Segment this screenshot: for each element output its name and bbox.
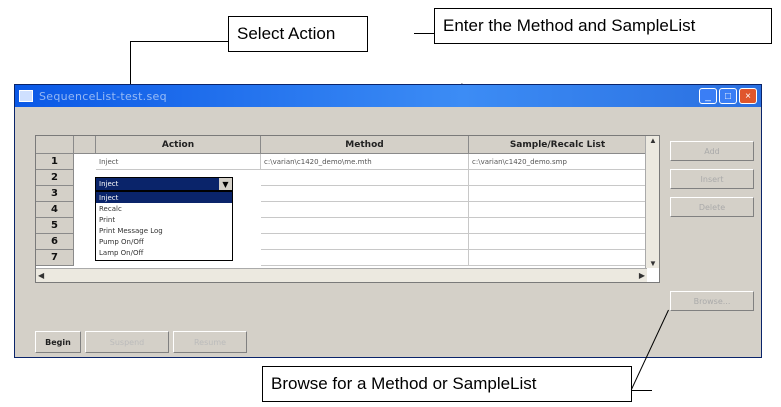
- callout-enter-method: Enter the Method and SampleList: [434, 8, 772, 44]
- row-number[interactable]: 2: [36, 170, 74, 186]
- column-header-method[interactable]: Method: [261, 136, 469, 154]
- insert-button[interactable]: Insert: [670, 169, 754, 189]
- vertical-scrollbar[interactable]: ▲ ▼: [645, 136, 659, 268]
- method-cell[interactable]: [261, 250, 469, 266]
- window-title: SequenceList-test.seq: [39, 89, 167, 103]
- dropdown-option[interactable]: Print: [96, 214, 232, 225]
- row-number[interactable]: 5: [36, 218, 74, 234]
- minimize-button[interactable]: _: [699, 88, 717, 104]
- row-number[interactable]: 6: [36, 234, 74, 250]
- action-dropdown-value: Inject: [99, 180, 119, 188]
- scroll-down-icon[interactable]: ▼: [649, 259, 657, 268]
- corner-header: [36, 136, 74, 154]
- method-cell[interactable]: [261, 170, 469, 186]
- begin-button[interactable]: Begin: [35, 331, 81, 353]
- action-dropdown[interactable]: Inject ▼: [95, 177, 233, 191]
- window-titlebar: SequenceList-test.seq: [15, 85, 761, 107]
- dropdown-option[interactable]: Pump On/Off: [96, 236, 232, 247]
- app-icon: [19, 90, 33, 102]
- close-button[interactable]: ×: [739, 88, 757, 104]
- row-number[interactable]: 7: [36, 250, 74, 266]
- maximize-button[interactable]: □: [719, 88, 737, 104]
- leader-line: [130, 41, 228, 42]
- row-number[interactable]: 1: [36, 154, 74, 170]
- row-number[interactable]: 3: [36, 186, 74, 202]
- browse-button[interactable]: Browse...: [670, 291, 754, 311]
- method-cell[interactable]: [261, 234, 469, 250]
- suspend-button[interactable]: Suspend: [85, 331, 169, 353]
- method-cell[interactable]: [261, 202, 469, 218]
- horizontal-scrollbar[interactable]: ◀ ▶: [36, 268, 647, 282]
- sample-cell[interactable]: [469, 218, 647, 234]
- dropdown-option[interactable]: Lamp On/Off: [96, 247, 232, 258]
- column-header-sample[interactable]: Sample/Recalc List: [469, 136, 647, 154]
- sample-cell[interactable]: [469, 234, 647, 250]
- leader-line: [414, 33, 434, 34]
- column-header-action[interactable]: Action: [96, 136, 261, 154]
- scroll-right-icon[interactable]: ▶: [639, 271, 645, 280]
- scroll-up-icon[interactable]: ▲: [649, 136, 657, 145]
- callout-select-action: Select Action: [228, 16, 368, 52]
- action-dropdown-list[interactable]: Inject Recalc Print Print Message Log Pu…: [95, 191, 233, 261]
- resume-button[interactable]: Resume: [173, 331, 247, 353]
- callout-browse: Browse for a Method or SampleList: [262, 366, 632, 402]
- sample-cell[interactable]: c:\varian\c1420_demo.smp: [469, 154, 647, 170]
- row-number[interactable]: 4: [36, 202, 74, 218]
- dropdown-option[interactable]: Print Message Log: [96, 225, 232, 236]
- dropdown-option[interactable]: Inject: [96, 192, 232, 203]
- sample-cell[interactable]: [469, 170, 647, 186]
- sample-cell[interactable]: [469, 202, 647, 218]
- action-cell[interactable]: Inject: [96, 154, 261, 170]
- leader-line: [632, 390, 652, 391]
- sample-cell[interactable]: [469, 250, 647, 266]
- chevron-down-icon[interactable]: ▼: [219, 178, 232, 190]
- scroll-left-icon[interactable]: ◀: [38, 271, 44, 280]
- delete-button[interactable]: Delete: [670, 197, 754, 217]
- sample-cell[interactable]: [469, 186, 647, 202]
- sequence-window: SequenceList-test.seq _ □ × Action Metho…: [14, 84, 762, 358]
- add-button[interactable]: Add: [670, 141, 754, 161]
- blank-header: [74, 136, 96, 154]
- dropdown-option[interactable]: Recalc: [96, 203, 232, 214]
- method-cell[interactable]: c:\varian\c1420_demo\me.mth: [261, 154, 469, 170]
- method-cell[interactable]: [261, 186, 469, 202]
- method-cell[interactable]: [261, 218, 469, 234]
